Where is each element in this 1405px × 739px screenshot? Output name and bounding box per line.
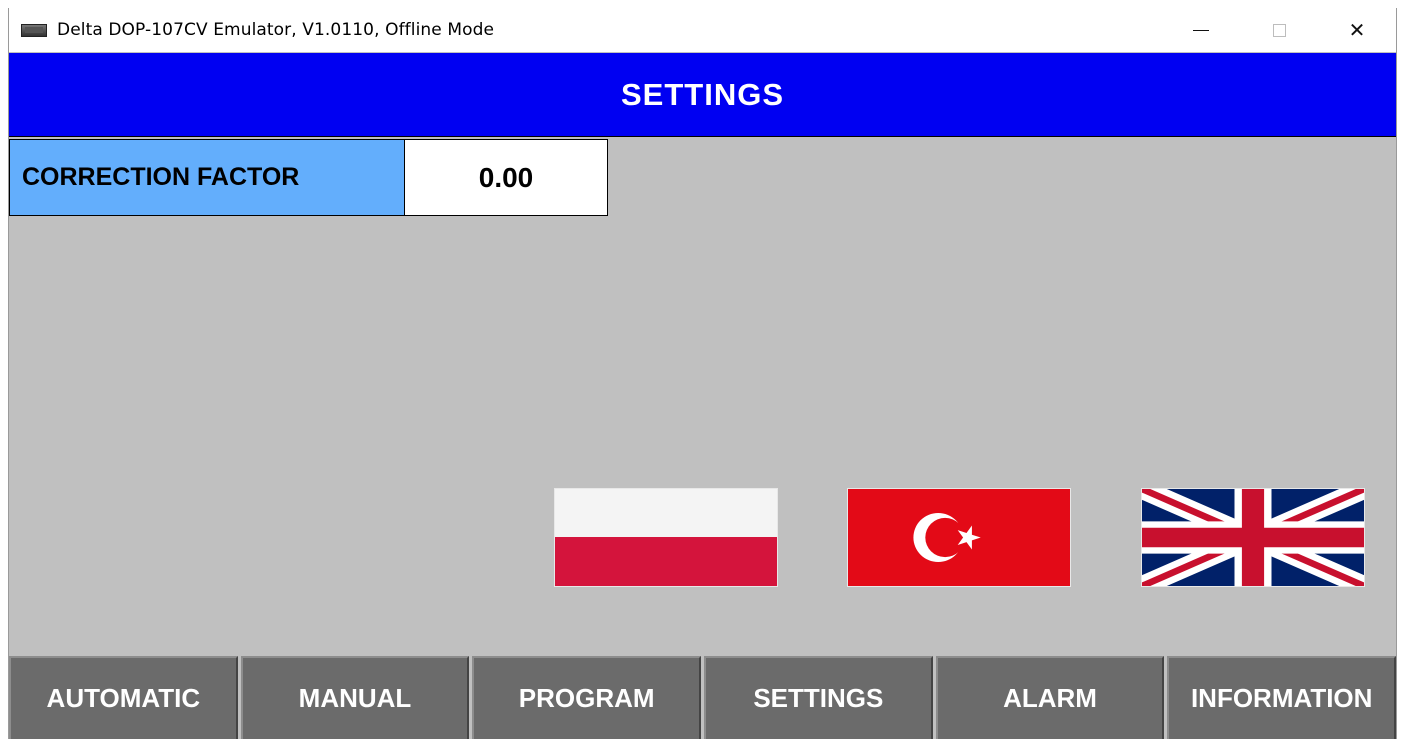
minimize-button[interactable] [1162,8,1240,52]
uk-flag-button[interactable] [1141,488,1365,587]
screen-header: SETTINGS [9,53,1396,137]
minimize-icon [1193,29,1209,31]
correction-factor-label: CORRECTION FACTOR [9,139,405,216]
nav-settings-button[interactable]: SETTINGS [704,656,933,739]
maximize-icon [1272,23,1286,37]
window-controls: ✕ [1162,8,1396,52]
turkey-flag-icon [848,489,1070,586]
emulator-window: Delta DOP-107CV Emulator, V1.0110, Offli… [8,8,1397,739]
uk-flag-icon [1142,489,1364,586]
app-icon [21,23,47,37]
correction-factor-input[interactable]: 0.00 [404,139,608,216]
window-title: Delta DOP-107CV Emulator, V1.0110, Offli… [57,20,495,40]
nav-automatic-button[interactable]: AUTOMATIC [9,656,238,739]
maximize-button[interactable] [1240,8,1318,52]
close-button[interactable]: ✕ [1318,8,1396,52]
bottom-nav: AUTOMATIC MANUAL PROGRAM SETTINGS ALARM … [9,656,1396,739]
poland-flag-icon [555,489,777,586]
title-bar[interactable]: Delta DOP-107CV Emulator, V1.0110, Offli… [9,8,1396,52]
turkey-flag-button[interactable] [847,488,1071,587]
close-icon: ✕ [1348,18,1366,42]
page-title: SETTINGS [620,76,784,112]
nav-program-button[interactable]: PROGRAM [472,656,702,739]
nav-information-button[interactable]: INFORMATION [1167,656,1396,739]
nav-manual-button[interactable]: MANUAL [240,656,470,739]
nav-alarm-button[interactable]: ALARM [935,656,1165,739]
poland-flag-button[interactable] [554,488,778,587]
